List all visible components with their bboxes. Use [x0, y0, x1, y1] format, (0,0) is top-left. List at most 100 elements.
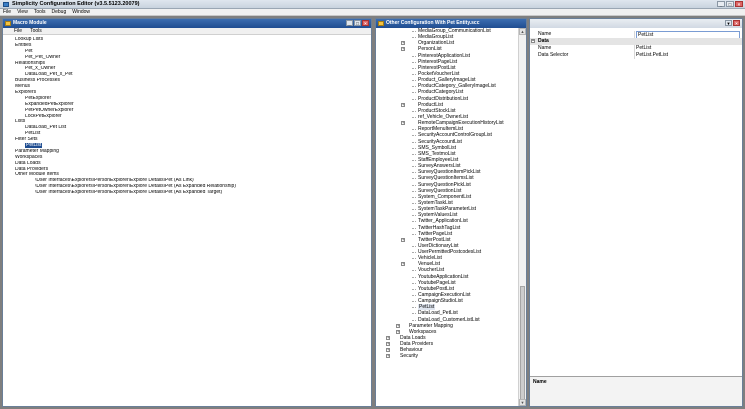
expand-icon[interactable]: +	[386, 354, 390, 359]
macro-tree-item-label: \User Interfaces\Explorers\PersonExplore…	[35, 178, 194, 184]
property-key: Data Selector	[538, 52, 569, 58]
minimize-button[interactable]: _	[717, 1, 725, 7]
expand-icon[interactable]: +	[396, 323, 400, 328]
property-value[interactable]: PetList	[636, 45, 740, 52]
property-row-name[interactable]: Name PetList	[530, 31, 742, 40]
scroll-up-arrow-icon[interactable]: ▲	[519, 28, 526, 35]
tree-connector	[412, 116, 416, 118]
config-tree-item-label: SMS_SymbolList	[418, 144, 457, 151]
macro-maximize-button[interactable]: □	[354, 20, 361, 26]
macro-module-title-bar: Macro Module _ □ ×	[3, 19, 371, 28]
tree-connector	[412, 258, 416, 260]
config-tree-item-label: ProductCategoryList	[418, 89, 464, 96]
expand-icon[interactable]: +	[401, 41, 405, 46]
config-tree-item-label: PinterestApplicationList	[418, 52, 470, 59]
config-tree-item-label: MediaGroupList	[418, 34, 454, 41]
other-configuration-title-bar: Other Configuration With Pet Entity.scc	[376, 19, 526, 28]
expand-icon[interactable]: +	[401, 47, 405, 52]
config-tree-item-label: ref_Vehicle_OwnerList	[418, 113, 469, 120]
config-tree-item-label: SurveyAnswersList	[418, 163, 461, 170]
config-tree-item-label: SecurityAccountControlGroupList	[418, 132, 492, 139]
macro-tree-item-label: DataLoad_Pet List	[25, 125, 67, 131]
menu-debug[interactable]: Debug	[52, 9, 67, 15]
config-tree-item-label: Parameter Mapping	[409, 322, 453, 329]
macro-module-title: Macro Module	[13, 20, 47, 26]
tree-connector	[412, 282, 416, 284]
macro-menu-tools[interactable]: Tools	[30, 28, 42, 34]
menu-view[interactable]: View	[17, 9, 28, 15]
config-tree-item-label: SurveyQuestionItemsList	[418, 175, 474, 182]
macro-tree-item-label: Workspaces	[15, 154, 43, 160]
macro-tree-item-label: Lists	[15, 119, 26, 125]
properties-close-button[interactable]: ×	[733, 20, 740, 26]
config-tree-item-label: TwitterPageList	[418, 230, 453, 237]
config-tree-item-label: RemoteCampaignExecutionHistoryList	[418, 120, 504, 127]
macro-window-controls: _ □ ×	[346, 20, 369, 26]
tree-connector	[412, 288, 416, 290]
config-tree-item-label: SystemTaskParameterList	[418, 206, 477, 213]
property-separator	[634, 31, 635, 38]
macro-tree-item[interactable]: \User Interfaces\Explorers\PersonExplore…	[3, 190, 371, 196]
menu-window[interactable]: Window	[72, 9, 90, 15]
expand-icon[interactable]: +	[401, 121, 405, 126]
tree-connector	[412, 270, 416, 272]
scrollbar-thumb[interactable]	[520, 286, 525, 406]
config-tree-item-label: CampaignExecutionList	[418, 292, 471, 299]
expand-icon[interactable]: +	[396, 329, 400, 334]
property-row-data-name[interactable]: Name PetList	[530, 45, 742, 52]
macro-tree-item-label: PetList	[25, 143, 43, 149]
expand-icon[interactable]: +	[401, 237, 405, 242]
macro-tree-item-label: PetList	[25, 131, 41, 137]
property-key: Name	[538, 45, 552, 51]
tree-connector	[412, 92, 416, 94]
macro-tree-item-label: Lookup Lists	[15, 37, 44, 42]
config-tree-item-label: PinterestPageList	[418, 58, 458, 65]
tree-connector	[412, 172, 416, 174]
macro-close-button[interactable]: ×	[362, 20, 369, 26]
config-tree-item-label: ReportMenuItemList	[418, 126, 464, 133]
macro-tree: Lookup Lists Entities Pet Pet_Pet_Owner Rela…	[3, 36, 371, 406]
macro-menu-file[interactable]: File	[14, 28, 22, 34]
tree-connector	[412, 221, 416, 223]
config-tree-item-label: SystemValuesList	[418, 212, 458, 219]
macro-tree-item-label: Menus	[15, 84, 31, 90]
expand-icon[interactable]: +	[401, 262, 405, 267]
menu-file[interactable]: File	[3, 9, 11, 15]
macro-tree-item-label: Pet_x_Owner	[25, 66, 56, 72]
config-tree-item-label: YoutubeApplicationList	[418, 273, 469, 280]
macro-tree-item-label: ExpandedPetExplorer	[25, 101, 74, 107]
maximize-button[interactable]: □	[726, 1, 734, 7]
properties-pin-button[interactable]: ▾	[725, 20, 732, 26]
tree-connector	[412, 215, 416, 217]
expand-icon[interactable]: +	[386, 348, 390, 353]
config-tree-item-label: System_ComponentList	[418, 193, 472, 200]
expand-icon[interactable]: +	[386, 342, 390, 347]
macro-minimize-button[interactable]: _	[346, 20, 353, 26]
config-tree-item-label: VehicleList	[418, 255, 442, 262]
menu-tools[interactable]: Tools	[34, 9, 46, 15]
tree-connector	[412, 227, 416, 229]
expand-icon[interactable]: +	[386, 336, 390, 341]
macro-tree-item-label: PetPetOwnerExplorer	[25, 107, 74, 113]
config-tree-item-label: DataLoad_PetList	[418, 310, 458, 317]
scroll-down-arrow-icon[interactable]: ▼	[519, 399, 526, 406]
property-description-title: Name	[533, 379, 547, 385]
property-row-data-selector[interactable]: Data Selector PetList.PetList	[530, 52, 742, 59]
config-tree-item-label: TwitterHashTagList	[418, 224, 461, 231]
properties-window-controls: ▾ ×	[725, 20, 740, 26]
property-value[interactable]: PetList.PetList	[636, 52, 740, 59]
vertical-scrollbar[interactable]: ▲ ▼	[518, 28, 526, 406]
property-category-data[interactable]: − Data	[530, 38, 742, 45]
property-description-pane: Name	[530, 376, 742, 406]
tree-connector	[412, 307, 416, 309]
tree-connector	[412, 184, 416, 186]
config-tree-item-label: ProductList	[418, 101, 444, 108]
config-tree-item-label: PersonList	[418, 46, 442, 53]
expand-icon[interactable]: +	[401, 102, 405, 107]
config-tree-item[interactable]: + Security	[376, 353, 518, 359]
tree-connector	[412, 190, 416, 192]
collapse-icon[interactable]: −	[531, 39, 535, 43]
config-tree-item-label: ProductCategory_GalleryImageList	[418, 83, 496, 90]
properties-panel: ▾ × Name PetList − Data Name PetList Dat…	[529, 18, 743, 407]
close-button[interactable]: ×	[735, 1, 743, 7]
